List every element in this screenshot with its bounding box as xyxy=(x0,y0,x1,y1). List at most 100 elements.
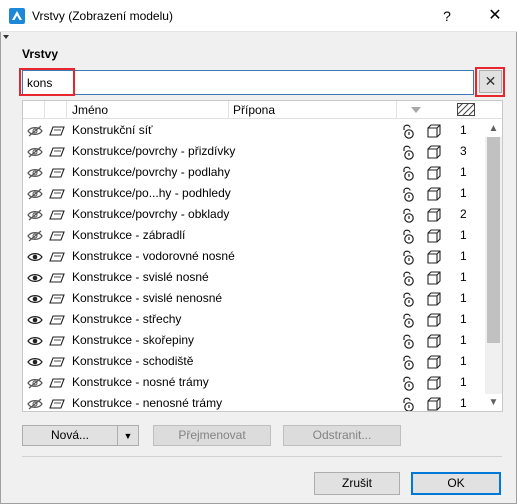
eye-icon[interactable] xyxy=(27,251,43,263)
hatch-icon[interactable] xyxy=(457,103,475,116)
new-layer-dropdown-button[interactable]: ▼ xyxy=(117,425,139,446)
lock-icon[interactable] xyxy=(401,123,415,139)
header-suffix[interactable]: Přípona xyxy=(229,101,397,119)
box-wireframe-icon[interactable] xyxy=(427,249,441,264)
table-row[interactable]: Konstrukce - svislé nenosné 1 xyxy=(23,288,485,309)
eye-crossed-icon[interactable] xyxy=(27,377,43,389)
list-header: Jméno Přípona xyxy=(23,101,502,119)
layer-plane-icon[interactable] xyxy=(49,356,65,368)
eye-icon[interactable] xyxy=(27,272,43,284)
eye-crossed-icon[interactable] xyxy=(27,125,43,137)
lock-icon[interactable] xyxy=(401,312,415,328)
table-row[interactable]: Konstrukce - schodiště 1 xyxy=(23,351,485,372)
box-wireframe-icon[interactable] xyxy=(427,291,441,306)
header-eye-col[interactable] xyxy=(23,101,45,119)
lock-icon[interactable] xyxy=(401,228,415,244)
header-name[interactable]: Jméno xyxy=(67,101,229,119)
lock-icon[interactable] xyxy=(401,396,415,411)
box-wireframe-icon[interactable] xyxy=(427,375,441,390)
table-row[interactable]: Konstrukční síť 1 xyxy=(23,120,485,141)
layer-plane-icon[interactable] xyxy=(49,230,65,242)
lock-icon[interactable] xyxy=(401,291,415,307)
layer-number: 1 xyxy=(460,270,467,284)
layer-plane-icon[interactable] xyxy=(49,146,65,158)
layer-plane-icon[interactable] xyxy=(49,188,65,200)
layer-plane-icon[interactable] xyxy=(49,335,65,347)
eye-crossed-icon[interactable] xyxy=(27,167,43,179)
eye-crossed-icon[interactable] xyxy=(27,146,43,158)
lock-icon[interactable] xyxy=(401,144,415,160)
layer-plane-icon[interactable] xyxy=(49,251,65,263)
lock-icon[interactable] xyxy=(401,333,415,349)
layer-name: Konstrukce - svislé nenosné xyxy=(72,291,223,305)
table-row[interactable]: Konstrukce/povrchy - obklady 2 xyxy=(23,204,485,225)
layer-plane-icon[interactable] xyxy=(49,293,65,305)
layer-name: Konstrukce - vodorovné nosné xyxy=(72,249,235,263)
layer-plane-icon[interactable] xyxy=(49,314,65,326)
lock-icon[interactable] xyxy=(401,354,415,370)
eye-icon[interactable] xyxy=(27,335,43,347)
box-wireframe-icon[interactable] xyxy=(427,354,441,369)
eye-crossed-icon[interactable] xyxy=(27,209,43,221)
scrollbar[interactable]: ▲ ▼ xyxy=(485,120,502,411)
lock-icon[interactable] xyxy=(401,165,415,181)
eye-crossed-icon[interactable] xyxy=(27,230,43,242)
box-wireframe-icon[interactable] xyxy=(427,207,441,222)
table-row[interactable]: Konstrukce/povrchy - podlahy 1 xyxy=(23,162,485,183)
eye-icon[interactable] xyxy=(27,314,43,326)
scroll-up-arrow-icon[interactable]: ▲ xyxy=(485,120,502,137)
box-wireframe-icon[interactable] xyxy=(427,186,441,201)
ok-button[interactable]: OK xyxy=(411,472,501,495)
lock-icon[interactable] xyxy=(401,186,415,202)
table-row[interactable]: Konstrukce - nenosné trámy 1 xyxy=(23,393,485,411)
layer-plane-icon[interactable] xyxy=(49,398,65,410)
layer-name: Konstrukce/povrchy - podlahy xyxy=(72,165,231,179)
box-wireframe-icon[interactable] xyxy=(427,165,441,180)
eye-crossed-icon[interactable] xyxy=(27,188,43,200)
layer-plane-icon[interactable] xyxy=(49,377,65,389)
eye-icon[interactable] xyxy=(27,356,43,368)
clear-search-button[interactable]: ✕ xyxy=(479,70,502,93)
box-wireframe-icon[interactable] xyxy=(427,144,441,159)
search-box[interactable] xyxy=(22,70,474,95)
header-layer-col[interactable] xyxy=(45,101,67,119)
lock-icon[interactable] xyxy=(401,207,415,223)
header-lock-col[interactable] xyxy=(397,101,421,119)
table-row[interactable]: Konstrukce/povrchy - přizdívky 3 xyxy=(23,141,485,162)
layer-number: 2 xyxy=(460,207,467,221)
table-row[interactable]: Konstrukce - svislé nosné 1 xyxy=(23,267,485,288)
box-wireframe-icon[interactable] xyxy=(427,396,441,411)
close-button[interactable]: ✕ xyxy=(473,0,517,32)
layer-plane-icon[interactable] xyxy=(49,272,65,284)
table-row[interactable]: Konstrukce - střechy 1 xyxy=(23,309,485,330)
table-row[interactable]: Konstrukce - zábradlí 1 xyxy=(23,225,485,246)
search-input[interactable] xyxy=(23,71,473,94)
delete-button[interactable]: Odstranit... xyxy=(283,425,401,446)
scroll-thumb[interactable] xyxy=(487,137,500,343)
title-bar: Vrstvy (Zobrazení modelu) ? ✕ xyxy=(0,0,517,32)
cancel-button[interactable]: Zrušit xyxy=(314,472,400,495)
eye-crossed-icon[interactable] xyxy=(27,398,43,410)
box-wireframe-icon[interactable] xyxy=(427,312,441,327)
box-wireframe-icon[interactable] xyxy=(427,123,441,138)
table-row[interactable]: Konstrukce - nosné trámy 1 xyxy=(23,372,485,393)
new-layer-button[interactable]: Nová... xyxy=(22,425,118,446)
lock-icon[interactable] xyxy=(401,375,415,391)
box-wireframe-icon[interactable] xyxy=(427,270,441,285)
scroll-down-arrow-icon[interactable]: ▼ xyxy=(485,394,502,411)
help-button[interactable]: ? xyxy=(436,5,458,27)
layer-name: Konstrukce - nosné trámy xyxy=(72,375,209,389)
layer-plane-icon[interactable] xyxy=(49,167,65,179)
table-row[interactable]: Konstrukce/po...hy - podhledy 1 xyxy=(23,183,485,204)
layer-plane-icon[interactable] xyxy=(49,209,65,221)
rename-button[interactable]: Přejmenovat xyxy=(153,425,271,446)
box-wireframe-icon[interactable] xyxy=(427,333,441,348)
layer-number: 1 xyxy=(460,123,467,137)
lock-icon[interactable] xyxy=(401,249,415,265)
table-row[interactable]: Konstrukce - vodorovné nosné 1 xyxy=(23,246,485,267)
table-row[interactable]: Konstrukce - skořepiny 1 xyxy=(23,330,485,351)
lock-icon[interactable] xyxy=(401,270,415,286)
box-wireframe-icon[interactable] xyxy=(427,228,441,243)
layer-plane-icon[interactable] xyxy=(49,125,65,137)
eye-icon[interactable] xyxy=(27,293,43,305)
